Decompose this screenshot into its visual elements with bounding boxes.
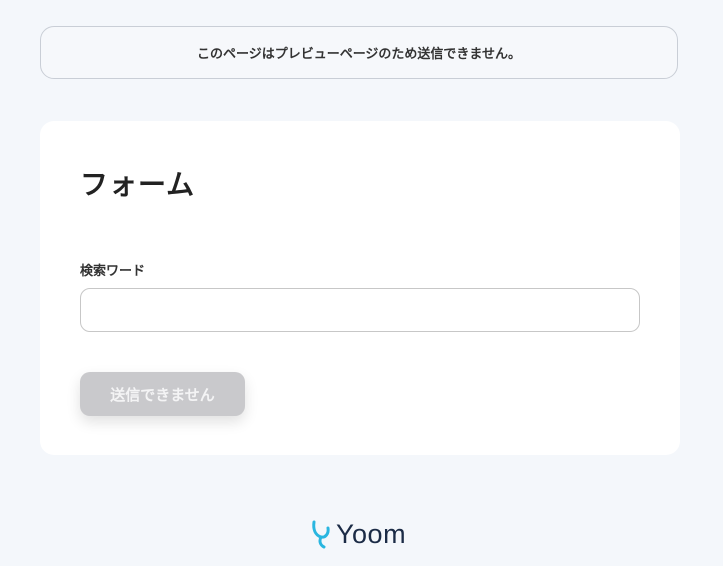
yoom-logo: Yoom	[310, 518, 406, 550]
preview-notice-banner: このページはプレビューページのため送信できません。	[40, 26, 678, 79]
yoom-logo-icon	[312, 520, 330, 549]
search-word-input[interactable]	[80, 288, 640, 332]
form-card: フォーム 検索ワード 送信できません	[40, 121, 680, 455]
yoom-wordmark: Yoom	[336, 518, 407, 549]
submit-button[interactable]: 送信できません	[80, 372, 245, 416]
search-word-label: 検索ワード	[80, 264, 146, 279]
form-title: フォーム	[80, 168, 196, 201]
preview-notice-text: このページはプレビューページのため送信できません。	[196, 47, 522, 62]
